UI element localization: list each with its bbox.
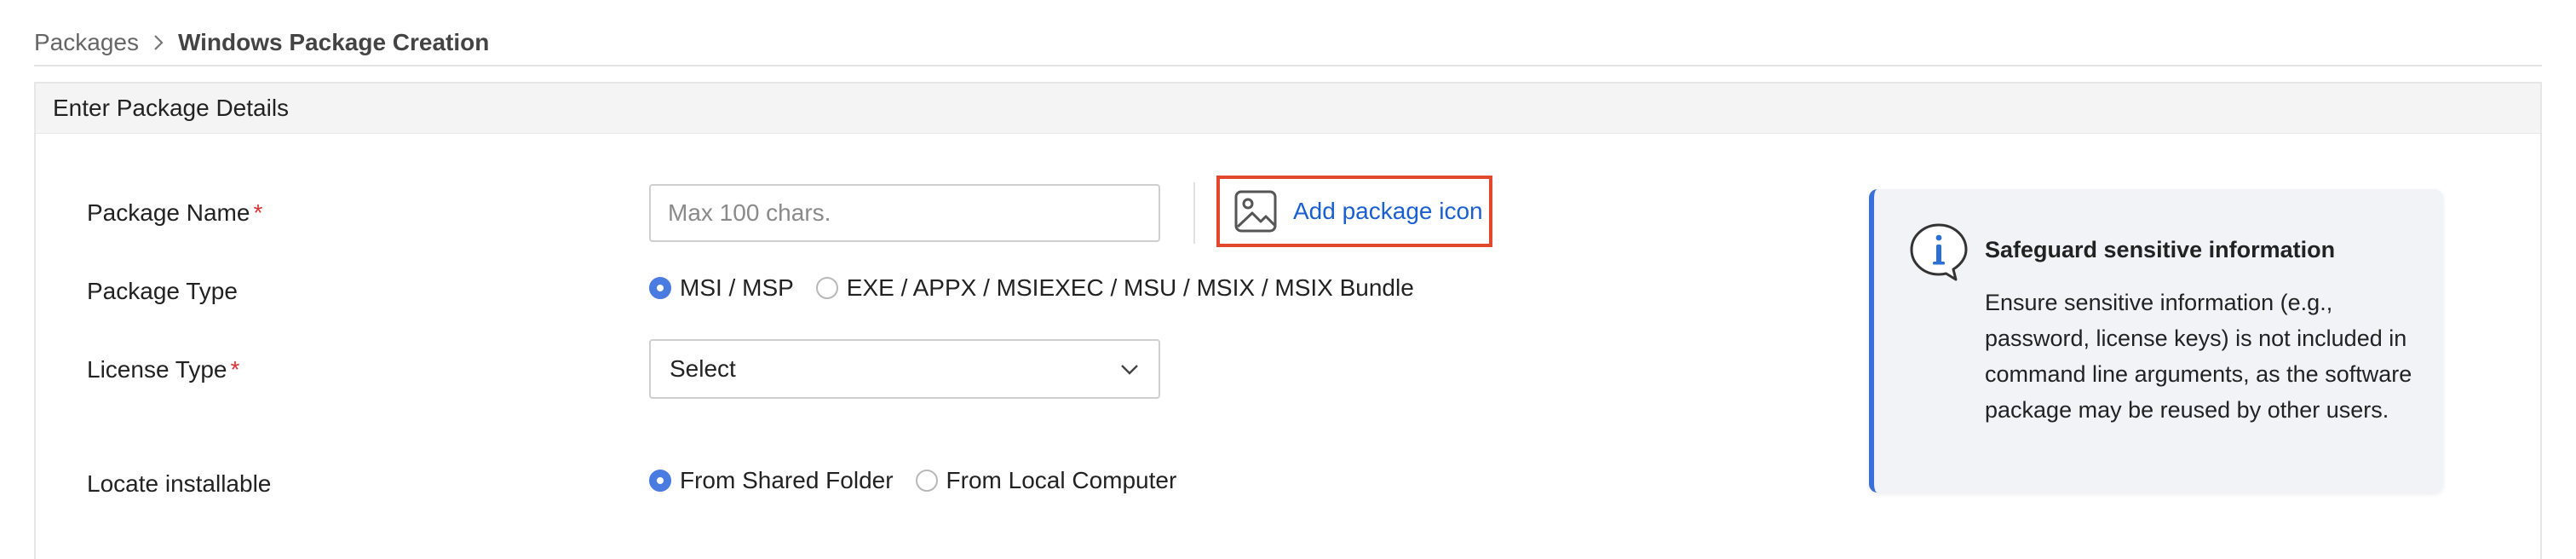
image-icon bbox=[1233, 189, 1278, 233]
panel-title: Enter Package Details bbox=[36, 84, 2540, 134]
license-type-label: License Type * bbox=[87, 356, 240, 383]
safeguard-info-callout: Safeguard sensitive information Ensure s… bbox=[1869, 189, 2443, 493]
radio-unchecked-icon bbox=[815, 277, 838, 299]
locate-installable-label: Locate installable bbox=[87, 470, 272, 497]
locate-installable-radio-group: From Shared Folder From Local Computer bbox=[649, 467, 1199, 494]
required-mark: * bbox=[230, 356, 240, 383]
breadcrumb: Packages Windows Package Creation bbox=[34, 26, 489, 60]
chevron-down-icon bbox=[1119, 355, 1140, 383]
package-type-label: Package Type bbox=[87, 278, 238, 304]
radio-checked-icon bbox=[649, 470, 671, 492]
chevron-right-icon bbox=[152, 33, 164, 52]
info-title: Safeguard sensitive information bbox=[1985, 237, 2336, 262]
info-speech-bubble-icon bbox=[1908, 222, 1969, 287]
header-divider bbox=[34, 65, 2542, 66]
radio-local-computer[interactable]: From Local Computer bbox=[915, 467, 1176, 494]
package-name-input[interactable] bbox=[649, 184, 1160, 242]
license-type-select[interactable]: Select bbox=[649, 339, 1160, 399]
package-type-radio-group: MSI / MSP EXE / APPX / MSIEXEC / MSU / M… bbox=[649, 274, 1436, 302]
radio-checked-icon bbox=[649, 277, 671, 299]
package-name-label: Package Name * bbox=[87, 199, 263, 226]
radio-unchecked-icon bbox=[915, 470, 938, 492]
field-divider bbox=[1193, 182, 1195, 244]
add-package-icon-button[interactable]: Add package icon bbox=[1216, 176, 1492, 247]
required-mark: * bbox=[253, 199, 263, 226]
radio-msi-msp[interactable]: MSI / MSP bbox=[649, 274, 794, 302]
breadcrumb-current: Windows Package Creation bbox=[177, 29, 490, 55]
radio-shared-folder[interactable]: From Shared Folder bbox=[649, 467, 894, 494]
radio-exe-appx[interactable]: EXE / APPX / MSIEXEC / MSU / MSIX / MSIX… bbox=[815, 274, 1414, 302]
info-body: Ensure sensitive information (e.g., pass… bbox=[1985, 290, 2412, 423]
license-type-selected: Select bbox=[670, 355, 736, 382]
breadcrumb-packages-link[interactable]: Packages bbox=[34, 26, 139, 60]
add-package-icon-label: Add package icon bbox=[1293, 198, 1483, 224]
